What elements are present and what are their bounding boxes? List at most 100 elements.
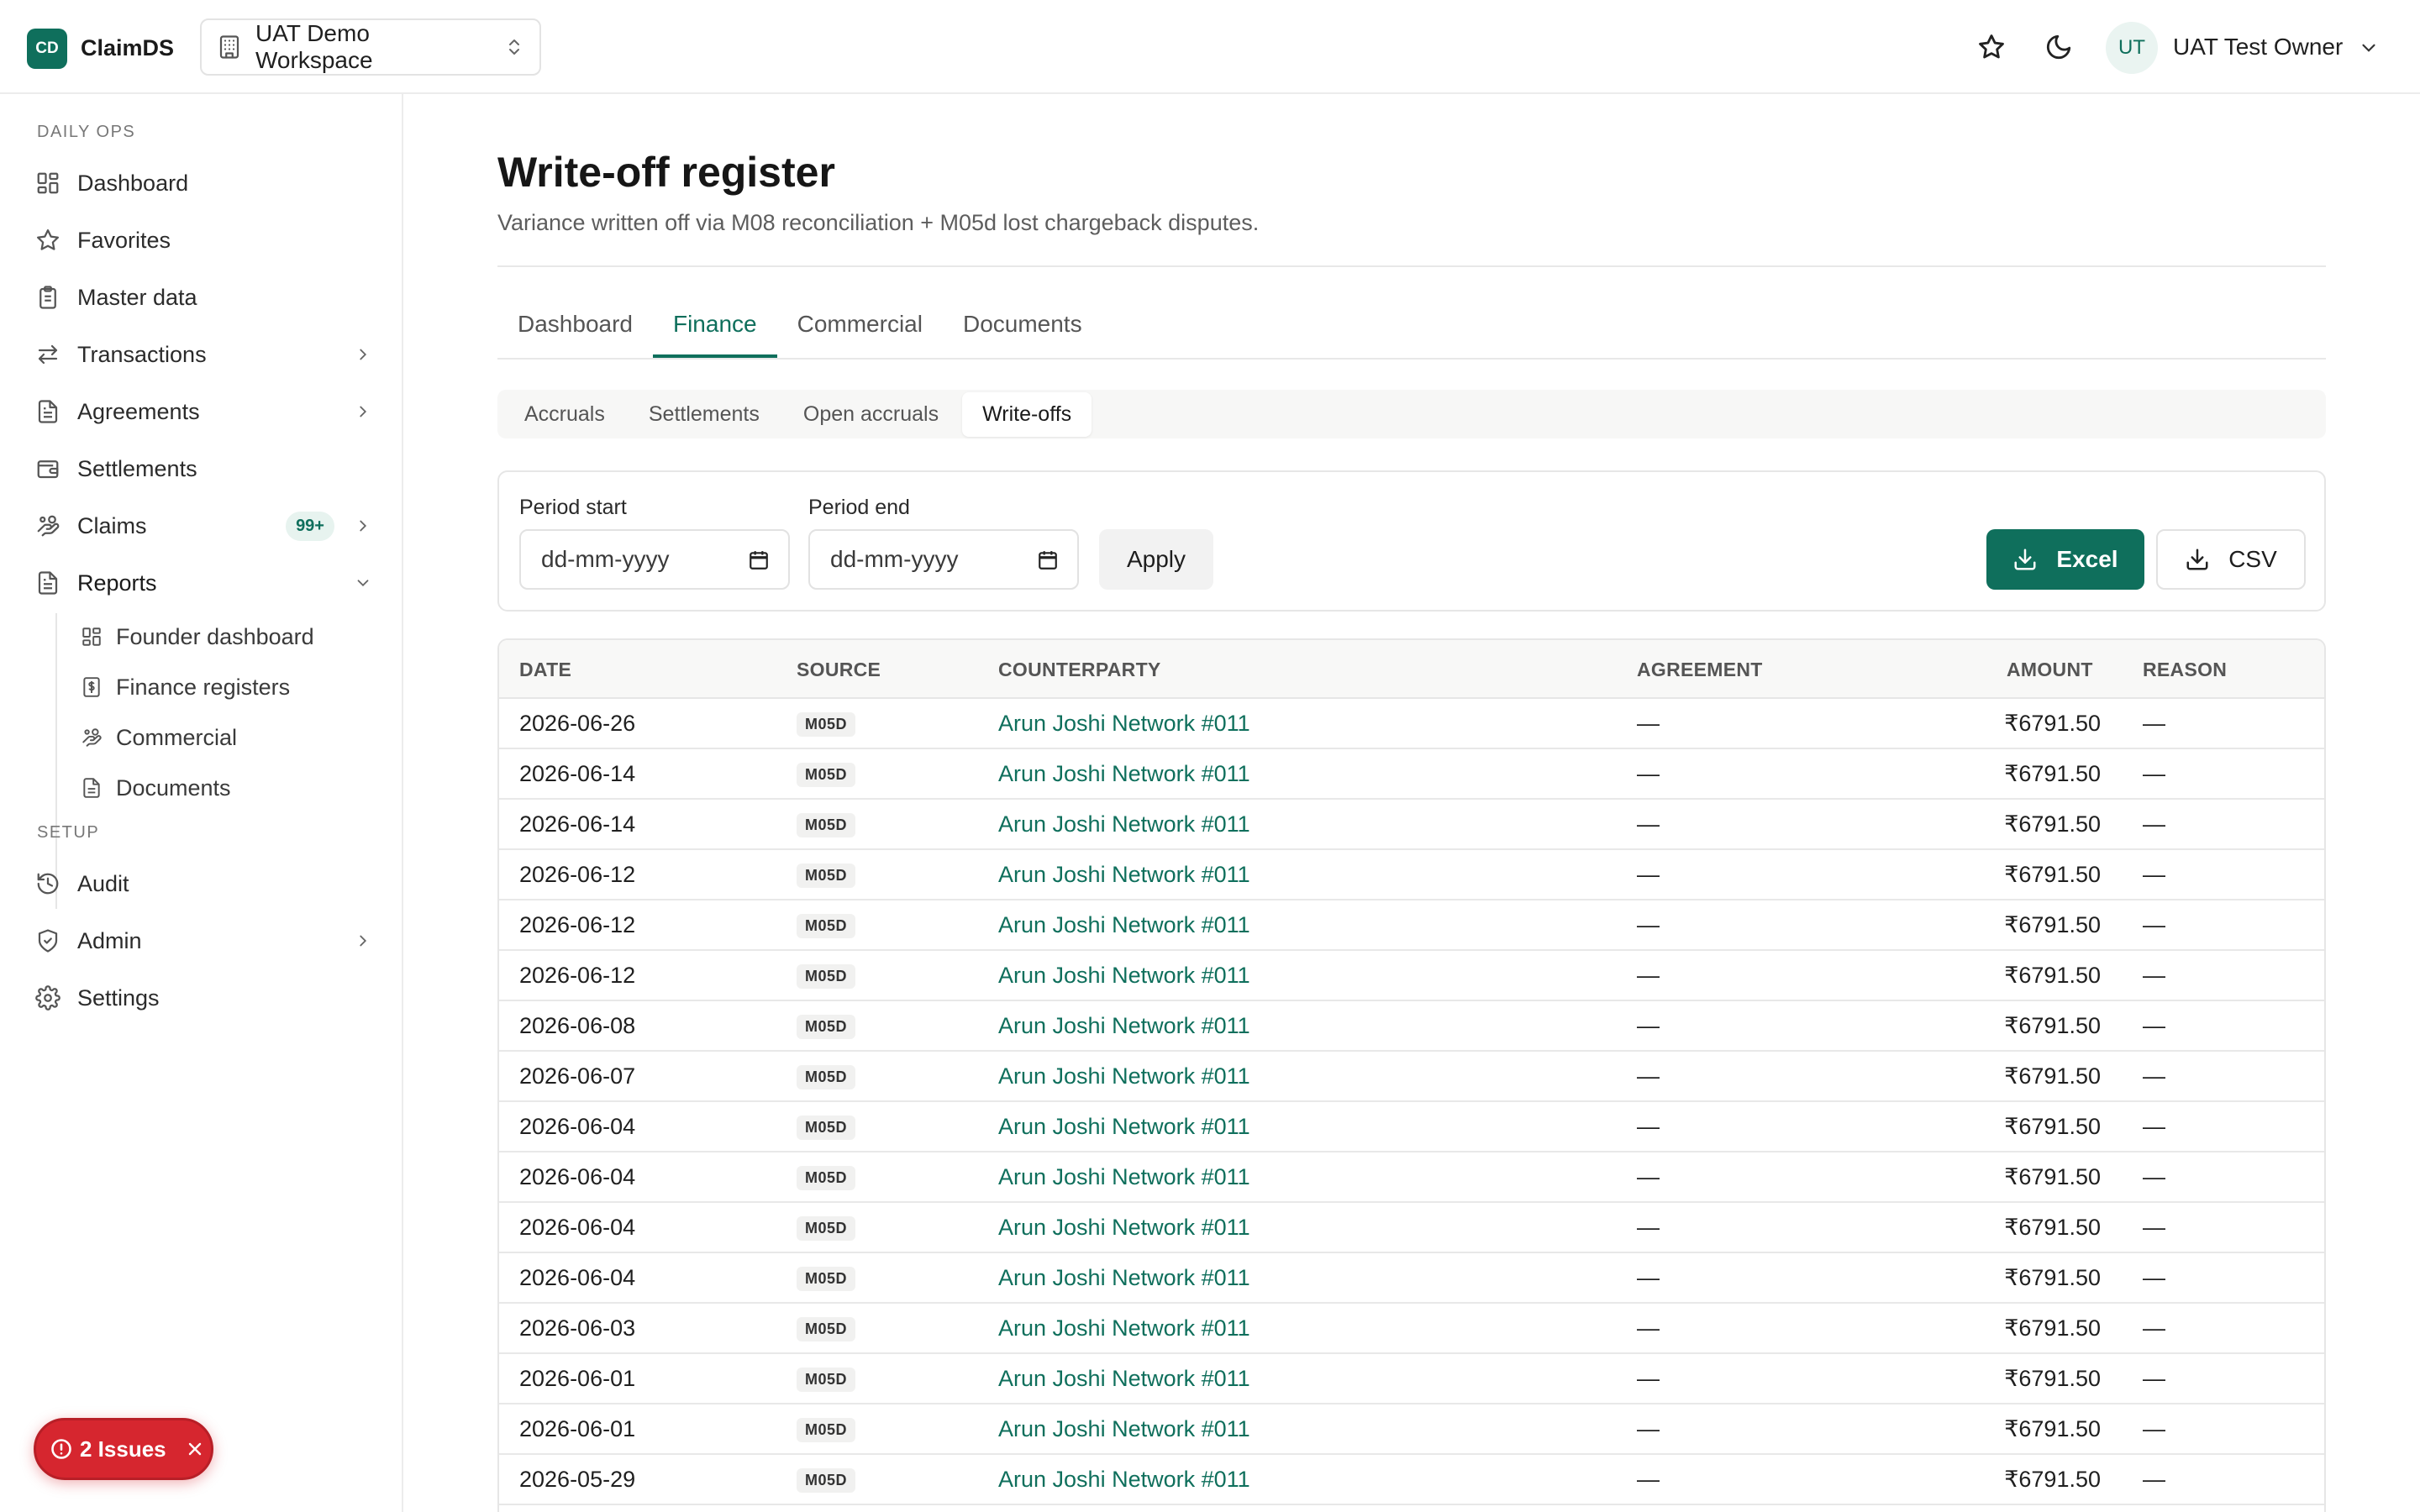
arrows-swap-icon — [24, 342, 77, 367]
period-end-placeholder: dd-mm-yyyy — [830, 546, 959, 572]
table-row[interactable]: 2026-06-12 M05D Arun Joshi Network #011 — ₹6… — [499, 900, 2324, 951]
export-csv-button[interactable]: CSV — [2156, 529, 2306, 590]
subtab-accruals[interactable]: Accruals — [504, 392, 625, 437]
counterparty-link[interactable]: Arun Joshi Network #011 — [998, 761, 1250, 787]
tab-finance[interactable]: Finance — [652, 296, 777, 358]
table-row[interactable]: 2026-06-04 M05D Arun Joshi Network #011 — ₹6… — [499, 1203, 2324, 1253]
favorite-star-icon[interactable] — [1975, 30, 2008, 64]
cell-reason: — — [2143, 1366, 2165, 1391]
chevron-right-icon — [346, 517, 380, 535]
counterparty-link[interactable]: Arun Joshi Network #011 — [998, 1265, 1250, 1291]
sidebar-subitem-documents[interactable]: Documents — [77, 764, 380, 811]
table-row[interactable]: 2026-06-04 M05D Arun Joshi Network #011 — ₹6… — [499, 1102, 2324, 1152]
period-end-input[interactable]: dd-mm-yyyy — [808, 529, 1079, 590]
sidebar-item-dashboard[interactable]: Dashboard — [24, 158, 380, 208]
cell-reason: — — [2143, 1164, 2165, 1189]
column-header-date[interactable]: DATE — [519, 659, 571, 681]
cell-agreement: — — [1637, 1164, 1660, 1189]
table-row[interactable]: 2026-06-04 M05D Arun Joshi Network #011 — ₹6… — [499, 1253, 2324, 1304]
table-row[interactable]: 2026-06-08 M05D Arun Joshi Network #011 — ₹6… — [499, 1001, 2324, 1052]
table-row[interactable]: 2026-06-01 M05D Arun Joshi Network #011 — ₹6… — [499, 1404, 2324, 1455]
sidebar-item-label: Reports — [77, 570, 157, 596]
cell-reason: — — [2143, 711, 2165, 736]
apply-button[interactable]: Apply — [1099, 529, 1213, 590]
avatar[interactable]: UT — [2106, 22, 2158, 74]
counterparty-link[interactable]: Arun Joshi Network #011 — [998, 1013, 1250, 1039]
tab-documents[interactable]: Documents — [943, 296, 1102, 358]
sidebar-item-agreements[interactable]: Agreements — [24, 386, 380, 437]
calendar-icon[interactable] — [748, 549, 770, 571]
tab-commercial[interactable]: Commercial — [777, 296, 943, 358]
tab-dashboard[interactable]: Dashboard — [497, 296, 653, 358]
cell-date: 2026-06-12 — [519, 963, 636, 988]
cell-amount: ₹6791.50 — [2004, 1366, 2101, 1391]
counterparty-link[interactable]: Arun Joshi Network #011 — [998, 963, 1250, 989]
sidebar-subitem-commercial[interactable]: Commercial — [77, 714, 380, 761]
calendar-icon[interactable] — [1037, 549, 1059, 571]
sidebar-subitem-finance-registers[interactable]: Finance registers — [77, 664, 380, 711]
table-row[interactable]: 2026-06-26 M05D Arun Joshi Network #011 — ₹6… — [499, 699, 2324, 749]
counterparty-link[interactable]: Arun Joshi Network #011 — [998, 711, 1250, 737]
cell-date: 2026-06-04 — [519, 1215, 636, 1240]
cell-reason: — — [2143, 1215, 2165, 1240]
counterparty-link[interactable]: Arun Joshi Network #011 — [998, 1315, 1250, 1341]
app-logo[interactable]: CD — [27, 29, 67, 69]
source-badge: M05D — [797, 1317, 856, 1341]
sidebar-item-settings[interactable]: Settings — [24, 973, 380, 1023]
issues-indicator[interactable]: 2 Issues — [34, 1418, 213, 1480]
column-header-counterparty[interactable]: COUNTERPARTY — [998, 659, 1161, 681]
table-row[interactable]: 2026-05-29 M05D Arun Joshi Network #011 — ₹6… — [499, 1455, 2324, 1505]
chevron-down-icon[interactable] — [2358, 37, 2380, 59]
close-icon[interactable] — [185, 1439, 205, 1459]
workspace-switcher[interactable]: UAT Demo Workspace — [200, 18, 541, 76]
column-header-amount[interactable]: AMOUNT — [2007, 659, 2093, 681]
period-start-input[interactable]: dd-mm-yyyy — [519, 529, 790, 590]
cell-reason: — — [2143, 1416, 2165, 1441]
counterparty-link[interactable]: Arun Joshi Network #011 — [998, 1114, 1250, 1140]
sidebar-subitem-founder-dashboard[interactable]: Founder dashboard — [77, 613, 380, 660]
counterparty-link[interactable]: Arun Joshi Network #011 — [998, 1063, 1250, 1089]
table-body: 2026-06-26 M05D Arun Joshi Network #011 — ₹6… — [499, 699, 2324, 1505]
counterparty-link[interactable]: Arun Joshi Network #011 — [998, 862, 1250, 888]
table-row[interactable]: 2026-06-03 M05D Arun Joshi Network #011 — ₹6… — [499, 1304, 2324, 1354]
table-row[interactable]: 2026-06-14 M05D Arun Joshi Network #011 — ₹6… — [499, 800, 2324, 850]
source-badge: M05D — [797, 864, 856, 888]
subtab-settlements[interactable]: Settlements — [629, 392, 780, 437]
user-name[interactable]: UAT Test Owner — [2173, 34, 2343, 60]
table-row[interactable]: 2026-06-01 M05D Arun Joshi Network #011 — ₹6… — [499, 1354, 2324, 1404]
counterparty-link[interactable]: Arun Joshi Network #011 — [998, 1366, 1250, 1392]
sidebar-item-label: Settings — [77, 984, 160, 1011]
column-header-reason[interactable]: REASON — [2143, 659, 2227, 681]
counterparty-link[interactable]: Arun Joshi Network #011 — [998, 1416, 1250, 1442]
sidebar-item-reports[interactable]: Reports — [24, 558, 380, 608]
sidebar-item-transactions[interactable]: Transactions — [24, 329, 380, 380]
sidebar-item-admin[interactable]: Admin — [24, 916, 380, 966]
cell-reason: — — [2143, 1315, 2165, 1341]
sidebar-item-audit[interactable]: Audit — [24, 858, 380, 909]
table-row[interactable]: 2026-06-12 M05D Arun Joshi Network #011 — ₹6… — [499, 850, 2324, 900]
column-header-source[interactable]: SOURCE — [797, 659, 881, 681]
sidebar-item-settlements[interactable]: Settlements — [24, 444, 380, 494]
column-header-agreement[interactable]: AGREEMENT — [1637, 659, 1763, 681]
table-row[interactable]: 2026-06-12 M05D Arun Joshi Network #011 — ₹6… — [499, 951, 2324, 1001]
table-row[interactable]: 2026-06-14 M05D Arun Joshi Network #011 — ₹6… — [499, 749, 2324, 800]
export-excel-button[interactable]: Excel — [1986, 529, 2144, 590]
cell-date: 2026-06-04 — [519, 1265, 636, 1290]
table-row[interactable]: 2026-06-07 M05D Arun Joshi Network #011 — ₹6… — [499, 1052, 2324, 1102]
sidebar-item-claims[interactable]: Claims 99+ — [24, 501, 380, 551]
subtab-open-accruals[interactable]: Open accruals — [783, 392, 959, 437]
subtab-write-offs[interactable]: Write-offs — [962, 391, 1092, 437]
moon-icon[interactable] — [2042, 30, 2075, 64]
period-start-label: Period start — [519, 496, 627, 519]
sidebar-item-master-data[interactable]: Master data — [24, 272, 380, 323]
counterparty-link[interactable]: Arun Joshi Network #011 — [998, 1215, 1250, 1241]
counterparty-link[interactable]: Arun Joshi Network #011 — [998, 1164, 1250, 1190]
cell-reason: — — [2143, 1467, 2165, 1492]
sidebar-item-favorites[interactable]: Favorites — [24, 215, 380, 265]
write-off-table: DATE SOURCE COUNTERPARTY AGREEMENT AMOUN… — [497, 638, 2326, 1512]
counterparty-link[interactable]: Arun Joshi Network #011 — [998, 811, 1250, 837]
table-row[interactable]: 2026-06-04 M05D Arun Joshi Network #011 — ₹6… — [499, 1152, 2324, 1203]
counterparty-link[interactable]: Arun Joshi Network #011 — [998, 1467, 1250, 1493]
cell-amount: ₹6791.50 — [2004, 912, 2101, 937]
counterparty-link[interactable]: Arun Joshi Network #011 — [998, 912, 1250, 938]
